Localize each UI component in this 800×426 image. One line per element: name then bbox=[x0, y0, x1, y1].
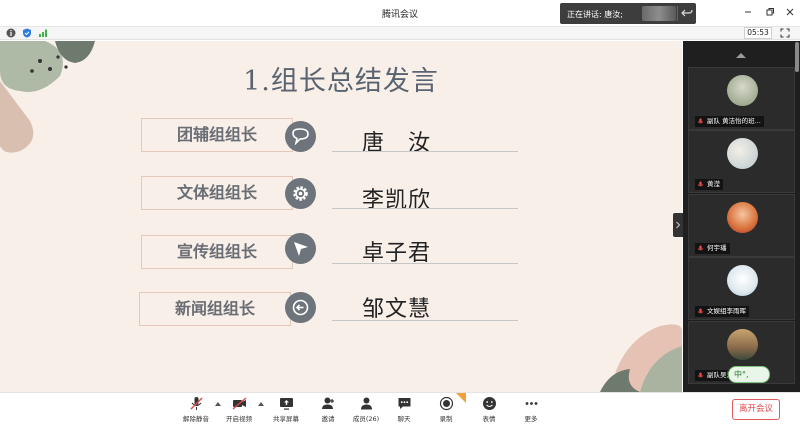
speaking-label: 正在讲话: 唐汝; bbox=[567, 10, 623, 19]
speaking-indicator[interactable]: 正在讲话: 唐汝; bbox=[560, 3, 696, 24]
record-button[interactable]: 录制 bbox=[426, 393, 466, 426]
restore-icon[interactable] bbox=[764, 6, 776, 18]
avatar bbox=[727, 75, 758, 106]
start-video-button[interactable]: 开启视频 bbox=[219, 396, 259, 426]
role-label-3: 宣传组组长 bbox=[141, 235, 293, 269]
signal-icon[interactable] bbox=[38, 28, 48, 38]
collapse-panel-button[interactable] bbox=[673, 213, 683, 237]
mic-muted-icon bbox=[697, 181, 704, 187]
participant-name: 黄滢 bbox=[707, 180, 720, 188]
participant-name: 文娱组李雨晖 bbox=[707, 307, 746, 315]
toolbar-label: 共享屏幕 bbox=[273, 415, 299, 423]
avatar bbox=[727, 329, 758, 360]
camera-off-icon bbox=[232, 397, 246, 410]
participant-panel: 副队 黄洁怡的班... 黄滢 何宇璠 文娱组李雨晖 副队吴汉... bbox=[683, 41, 800, 392]
role-label-2: 文体组组长 bbox=[141, 176, 293, 210]
chat-icon bbox=[398, 398, 410, 409]
info-icon[interactable] bbox=[6, 28, 16, 38]
toolbar-label: 表情 bbox=[482, 415, 496, 423]
ime-indicator[interactable]: 中°, bbox=[728, 366, 770, 383]
toolbar-label: 邀请 bbox=[321, 415, 335, 423]
shared-slide: 1.组长总结发言 团辅组组长 唐 汝 文体组组长 李凯欣 宣传组组长 卓子君 新… bbox=[0, 41, 682, 392]
member-name-2: 李凯欣 bbox=[362, 188, 432, 213]
participant-tile[interactable]: 文娱组李雨晖 bbox=[688, 257, 795, 320]
toolbar-label: 录制 bbox=[439, 415, 453, 423]
share-screen-icon bbox=[279, 398, 293, 410]
unmute-button[interactable]: 解除静音 bbox=[176, 396, 216, 426]
record-icon bbox=[439, 396, 453, 411]
more-button[interactable]: 更多 bbox=[511, 396, 551, 426]
chevron-right-icon bbox=[676, 221, 681, 229]
arrow-circle-icon bbox=[285, 292, 316, 323]
ime-label: 中°, bbox=[734, 370, 749, 379]
underline bbox=[332, 263, 518, 264]
shield-icon[interactable] bbox=[22, 28, 32, 38]
underline bbox=[332, 208, 518, 209]
close-icon[interactable] bbox=[784, 6, 796, 18]
meeting-timer: 05:53 bbox=[744, 27, 772, 39]
mic-muted-icon bbox=[697, 118, 704, 124]
underline bbox=[332, 320, 518, 321]
toolbar-label: 聊天 bbox=[397, 415, 411, 423]
gear-icon bbox=[285, 178, 316, 209]
emoji-button[interactable]: 表情 bbox=[469, 396, 509, 426]
participant-name-tag: 何宇璠 bbox=[695, 243, 730, 254]
participant-name-tag: 副队 黄洁怡的班... bbox=[695, 116, 764, 127]
member-name-4: 邹文慧 bbox=[362, 297, 432, 322]
participant-name-tag: 黄滢 bbox=[695, 179, 723, 190]
avatar bbox=[727, 138, 758, 169]
back-arrow-icon[interactable] bbox=[681, 7, 693, 19]
toolbar-label: 成员(26) bbox=[352, 415, 380, 423]
mic-muted-icon bbox=[697, 308, 704, 314]
scroll-up-icon[interactable] bbox=[735, 51, 747, 59]
slide-title: 1.组长总结发言 bbox=[243, 66, 439, 97]
info-bar: 05:53 bbox=[0, 27, 800, 40]
participant-tile[interactable]: 何宇璠 bbox=[688, 194, 795, 257]
avatar bbox=[727, 265, 758, 296]
mic-muted-icon bbox=[697, 245, 704, 251]
meeting-toolbar: 解除静音 开启视频 共享屏幕 邀请 成员(26) 聊天 录制 表情 更多 离开会… bbox=[0, 392, 800, 426]
toolbar-label: 更多 bbox=[524, 415, 538, 423]
participant-name: 何宇璠 bbox=[707, 244, 727, 252]
role-label-4: 新闻组组长 bbox=[139, 292, 291, 326]
invite-icon bbox=[321, 397, 334, 409]
paper-plane-icon bbox=[285, 233, 316, 264]
emoji-icon bbox=[482, 397, 496, 410]
toolbar-label: 解除静音 bbox=[183, 415, 209, 423]
minimize-icon[interactable] bbox=[742, 6, 754, 18]
member-name-1: 唐 汝 bbox=[362, 131, 432, 156]
caret-up-icon[interactable] bbox=[258, 401, 264, 407]
avatar bbox=[727, 202, 758, 233]
microphone-muted-icon bbox=[190, 397, 202, 410]
members-icon bbox=[360, 397, 372, 410]
role-label-1: 团辅组组长 bbox=[141, 118, 293, 152]
participant-name: 副队 黄洁怡的班... bbox=[707, 117, 761, 125]
participant-tile[interactable]: 黄滢 bbox=[688, 130, 795, 193]
participant-name-tag: 文娱组李雨晖 bbox=[695, 306, 749, 317]
speaker-video-thumbnail bbox=[642, 6, 676, 21]
fullscreen-icon[interactable] bbox=[780, 28, 790, 38]
speech-bubble-icon bbox=[285, 121, 316, 152]
leave-meeting-button[interactable]: 离开会议 bbox=[732, 399, 780, 420]
new-badge-icon bbox=[456, 393, 466, 403]
toolbar-label: 开启视频 bbox=[226, 415, 252, 423]
title-bar: 腾讯会议 正在讲话: 唐汝; bbox=[0, 0, 800, 27]
more-icon bbox=[525, 402, 537, 405]
invite-button[interactable]: 邀请 bbox=[308, 396, 348, 426]
mic-muted-icon bbox=[697, 372, 704, 378]
divider bbox=[677, 6, 678, 21]
participant-tile[interactable]: 副队 黄洁怡的班... bbox=[688, 67, 795, 130]
chat-button[interactable]: 聊天 bbox=[384, 396, 424, 426]
underline bbox=[332, 151, 518, 152]
members-button[interactable]: 成员(26) bbox=[346, 396, 386, 426]
panel-scrollbar[interactable] bbox=[795, 42, 799, 72]
share-screen-button[interactable]: 共享屏幕 bbox=[266, 396, 306, 426]
